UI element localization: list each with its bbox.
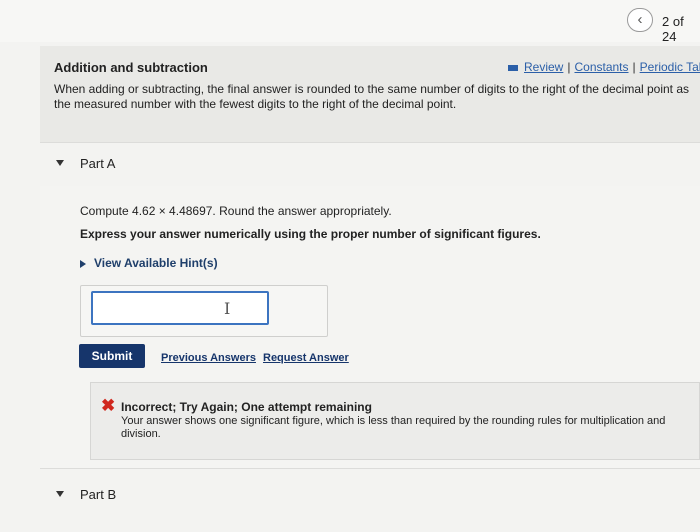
book-icon [508, 64, 518, 71]
review-link[interactable]: Review [524, 60, 563, 74]
part-a-header[interactable]: Part A [40, 142, 700, 186]
link-separator: | [632, 60, 636, 74]
submit-button[interactable]: Submit [79, 344, 145, 368]
expand-triangle-icon [80, 259, 86, 268]
resource-links: Review | Constants | Periodic Tab [508, 60, 700, 74]
question-text: Compute 4.62 × 4.48697. Round the answer… [80, 204, 392, 218]
request-answer-link[interactable]: Request Answer [263, 352, 349, 364]
intro-title: Addition and subtraction [54, 60, 208, 75]
previous-page-button[interactable]: ‹ [627, 8, 653, 32]
part-a-content: Compute 4.62 × 4.48697. Round the answer… [40, 186, 700, 468]
collapse-caret-icon [56, 491, 64, 497]
intro-text: When adding or subtracting, the final an… [54, 82, 690, 111]
part-b-label: Part B [80, 487, 117, 502]
collapse-caret-icon [56, 160, 64, 166]
link-separator: | [567, 60, 571, 74]
part-a-label: Part A [80, 156, 116, 171]
part-b-header[interactable]: Part B [40, 468, 700, 532]
incorrect-x-icon: ✖ [101, 396, 116, 415]
feedback-title: Incorrect; Try Again; One attempt remain… [121, 400, 372, 414]
intro-panel: Addition and subtraction Review | Constant… [40, 46, 700, 148]
page-counter: 2 of 24 [662, 14, 684, 44]
hint-label: View Available Hint(s) [94, 256, 218, 270]
answer-input[interactable] [91, 291, 269, 325]
top-bar: ‹ 2 of 24 [0, 0, 700, 44]
previous-answers-link[interactable]: Previous Answers [161, 352, 256, 364]
constants-link[interactable]: Constants [574, 60, 628, 74]
answer-panel: I [80, 285, 328, 337]
periodic-table-link[interactable]: Periodic Tab [640, 60, 700, 74]
instruction-text: Express your answer numerically using th… [80, 227, 541, 241]
feedback-box: ✖ Incorrect; Try Again; One attempt rema… [90, 382, 700, 460]
chevron-left-icon: ‹ [637, 11, 643, 28]
feedback-text: Your answer shows one significant figure… [121, 415, 666, 440]
view-hints-toggle[interactable]: View Available Hint(s) [80, 256, 218, 270]
